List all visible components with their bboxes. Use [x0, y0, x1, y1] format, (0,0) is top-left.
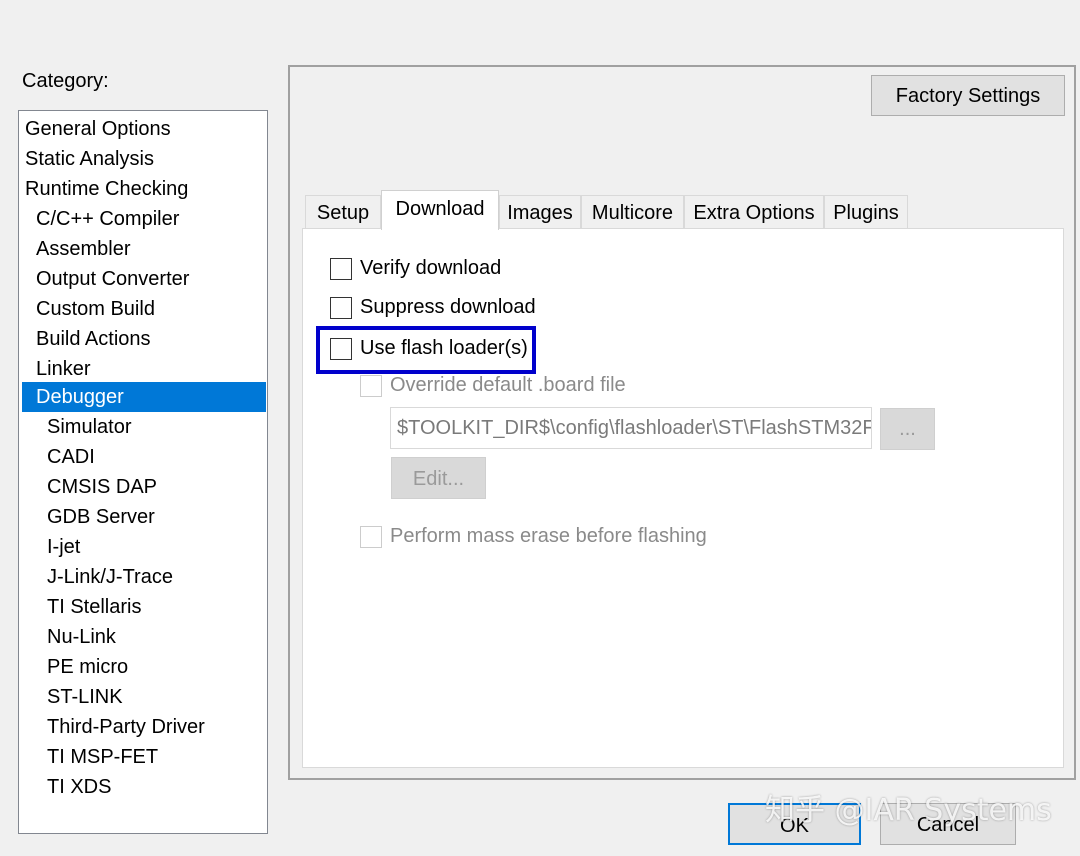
mass-erase-label[interactable]: Perform mass erase before flashing: [390, 525, 707, 548]
category-item-nu-link[interactable]: Nu-Link: [47, 622, 261, 652]
watermark: 知乎 @IAR Systems: [765, 793, 1052, 828]
tab-download[interactable]: Download: [381, 190, 499, 230]
highlight-box: [316, 326, 536, 374]
category-item-st-link[interactable]: ST-LINK: [47, 682, 261, 712]
category-item-ti-stellaris[interactable]: TI Stellaris: [47, 592, 261, 622]
category-item-cadi[interactable]: CADI: [47, 442, 261, 472]
category-item-ti-msp-fet[interactable]: TI MSP-FET: [47, 742, 261, 772]
override-board-file-label[interactable]: Override default .board file: [390, 374, 626, 397]
board-file-path-field[interactable]: $TOOLKIT_DIR$\config\flashloader\ST\Flas…: [390, 407, 872, 449]
verify-download-checkbox[interactable]: [330, 258, 352, 280]
suppress-download-label[interactable]: Suppress download: [360, 296, 536, 319]
override-board-file-checkbox[interactable]: [360, 375, 382, 397]
category-item-general-options[interactable]: General Options: [25, 114, 261, 144]
category-item-third-party-driver[interactable]: Third-Party Driver: [47, 712, 261, 742]
category-item-runtime-checking[interactable]: Runtime Checking: [25, 174, 261, 204]
category-item-static-analysis[interactable]: Static Analysis: [25, 144, 261, 174]
category-item-assembler[interactable]: Assembler: [36, 234, 261, 264]
category-item-c-cpp-compiler[interactable]: C/C++ Compiler: [36, 204, 261, 234]
mass-erase-checkbox[interactable]: [360, 526, 382, 548]
category-item-ti-xds[interactable]: TI XDS: [47, 772, 261, 802]
tab-images[interactable]: Images: [499, 195, 581, 229]
category-list[interactable]: General Options Static Analysis Runtime …: [18, 110, 268, 834]
category-label: Category:: [22, 70, 109, 92]
category-item-output-converter[interactable]: Output Converter: [36, 264, 261, 294]
tab-multicore[interactable]: Multicore: [581, 195, 684, 229]
category-item-build-actions[interactable]: Build Actions: [36, 324, 261, 354]
tab-setup[interactable]: Setup: [305, 195, 381, 229]
verify-download-label[interactable]: Verify download: [360, 257, 501, 280]
tab-extra-options[interactable]: Extra Options: [684, 195, 824, 229]
factory-settings-button[interactable]: Factory Settings: [871, 75, 1065, 116]
browse-button[interactable]: ...: [880, 408, 935, 450]
category-item-simulator[interactable]: Simulator: [47, 412, 261, 442]
category-item-pe-micro[interactable]: PE micro: [47, 652, 261, 682]
edit-button[interactable]: Edit...: [391, 457, 486, 499]
suppress-download-checkbox[interactable]: [330, 297, 352, 319]
category-item-gdb-server[interactable]: GDB Server: [47, 502, 261, 532]
category-item-custom-build[interactable]: Custom Build: [36, 294, 261, 324]
category-item-linker[interactable]: Linker: [36, 354, 261, 384]
category-item-i-jet[interactable]: I-jet: [47, 532, 261, 562]
tab-plugins[interactable]: Plugins: [824, 195, 908, 229]
category-item-j-link[interactable]: J-Link/J-Trace: [47, 562, 261, 592]
category-item-debugger[interactable]: Debugger: [22, 382, 266, 412]
category-item-cmsis-dap[interactable]: CMSIS DAP: [47, 472, 261, 502]
